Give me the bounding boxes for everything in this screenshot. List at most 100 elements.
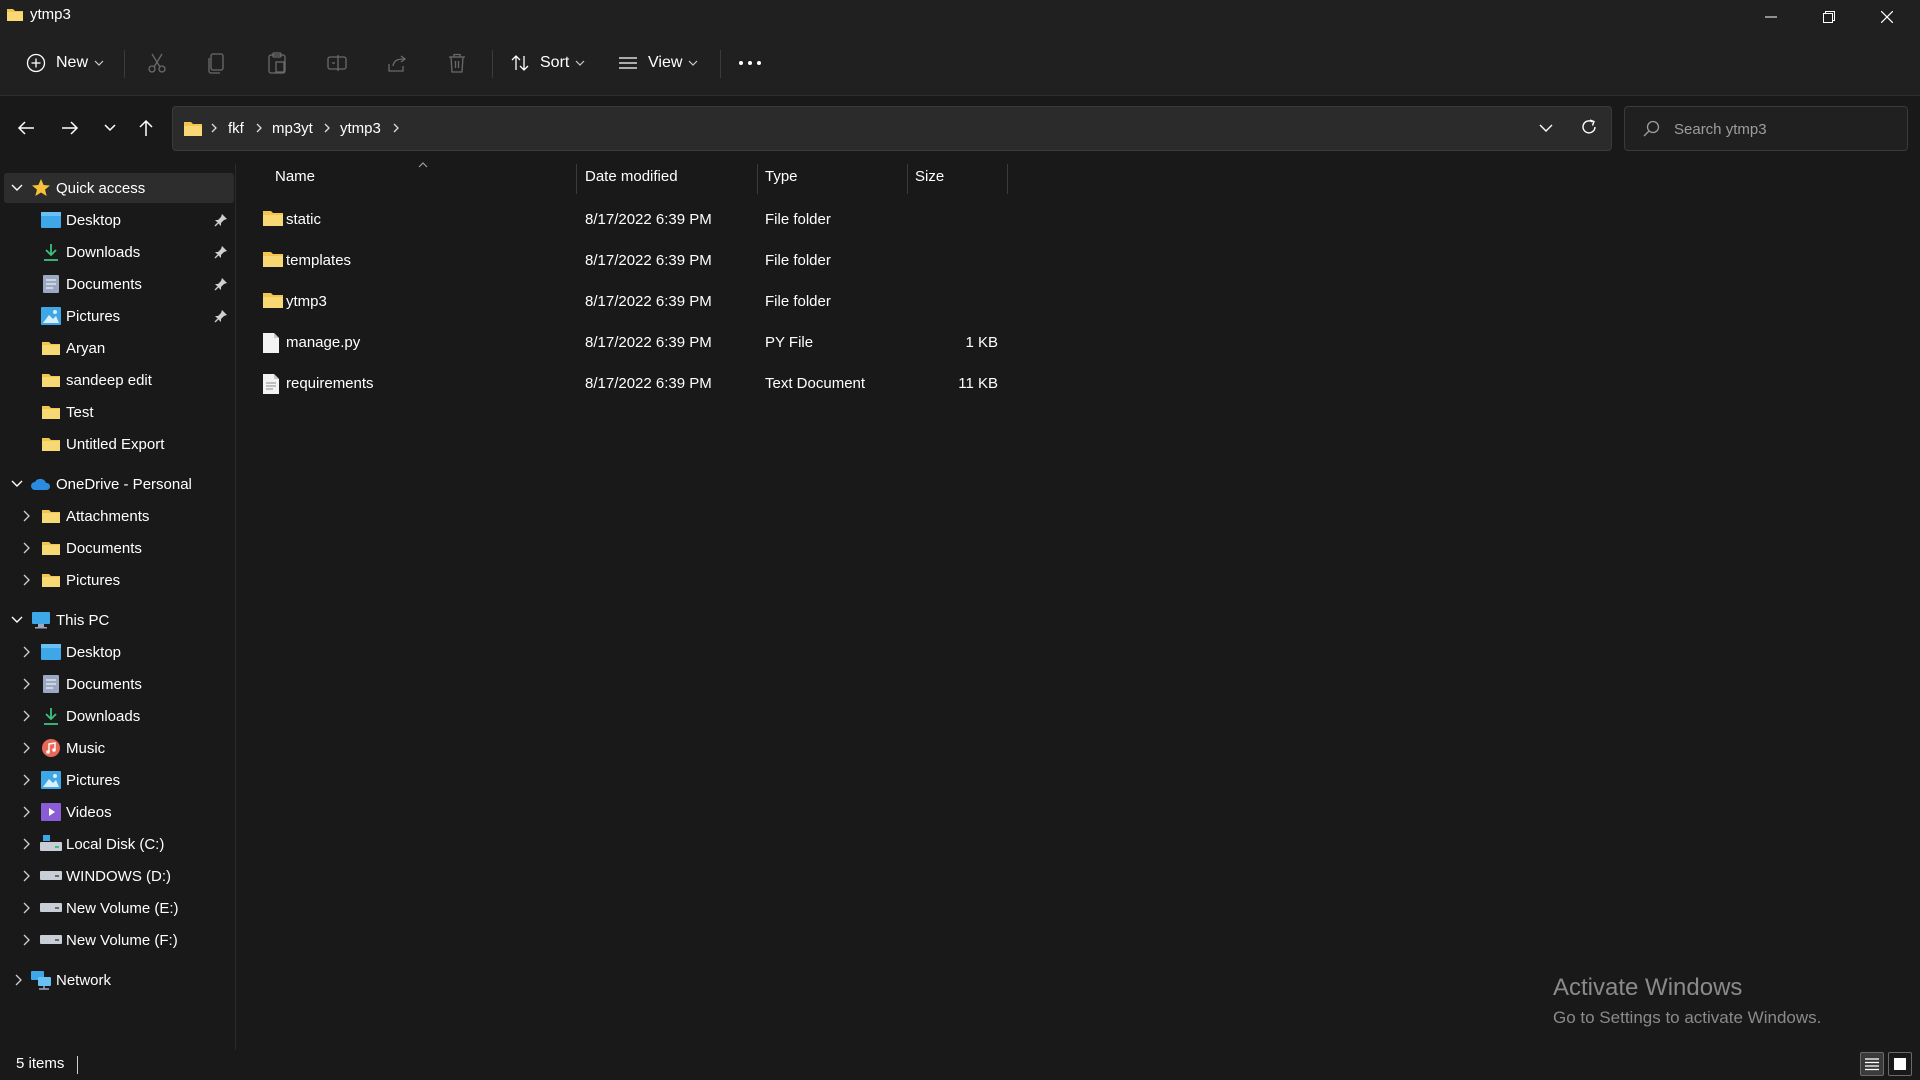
cut-button[interactable] (146, 46, 168, 80)
chevron-right-icon[interactable] (20, 573, 34, 587)
chevron-down-icon[interactable] (10, 181, 24, 195)
sidebar-item-local-disk-c[interactable]: Local Disk (C:) (4, 829, 234, 859)
forward-button[interactable] (54, 112, 86, 144)
column-divider[interactable] (1007, 164, 1008, 194)
chevron-right-icon[interactable] (20, 709, 34, 723)
sidebar-label: Desktop (66, 211, 122, 229)
chevron-right-icon[interactable] (20, 805, 34, 819)
column-header-type[interactable]: Type (765, 168, 798, 185)
sidebar-item-onedrive[interactable]: OneDrive - Personal (4, 469, 234, 499)
copy-button[interactable] (206, 46, 228, 80)
sort-label: Sort (540, 54, 570, 71)
sidebar-item-aryan[interactable]: Aryan (4, 333, 234, 363)
breadcrumb-fkf[interactable]: fkf (228, 120, 244, 137)
file-date: 8/17/2022 6:39 PM (585, 293, 712, 310)
up-button[interactable] (130, 112, 162, 144)
table-row[interactable]: requirements 8/17/2022 6:39 PM Text Docu… (252, 364, 1012, 404)
refresh-icon (1580, 118, 1598, 136)
chevron-right-icon[interactable] (20, 541, 34, 555)
back-button[interactable] (10, 112, 42, 144)
large-icons-view-button[interactable] (1888, 1052, 1912, 1076)
column-divider[interactable] (907, 164, 908, 194)
sidebar-item-new-volume-f[interactable]: New Volume (F:) (4, 925, 234, 955)
local-disk-icon (40, 833, 62, 855)
sort-icon (510, 53, 530, 73)
chevron-right-icon[interactable] (20, 933, 34, 947)
sidebar-item-pictures[interactable]: Pictures (4, 301, 234, 331)
sidebar-item-desktop[interactable]: Desktop (4, 205, 234, 235)
column-header-name[interactable]: Name (275, 168, 315, 185)
pin-icon (214, 213, 228, 227)
sidebar-item-test[interactable]: Test (4, 397, 234, 427)
sidebar-item-documents[interactable]: Documents (4, 269, 234, 299)
star-icon (30, 177, 52, 199)
recent-locations-button[interactable] (94, 112, 126, 144)
column-header-size[interactable]: Size (915, 168, 944, 185)
chevron-right-icon[interactable] (20, 645, 34, 659)
table-row[interactable]: ytmp3 8/17/2022 6:39 PM File folder (252, 282, 1012, 322)
downloads-icon (40, 241, 62, 263)
sidebar-label: Local Disk (C:) (66, 835, 165, 853)
sidebar-item-music[interactable]: Music (4, 733, 234, 763)
minimize-button[interactable] (1742, 0, 1800, 34)
column-divider[interactable] (757, 164, 758, 194)
sidebar-item-new-volume-e[interactable]: New Volume (E:) (4, 893, 234, 923)
sidebar-item-windows-d[interactable]: WINDOWS (D:) (4, 861, 234, 891)
chevron-right-icon[interactable] (20, 773, 34, 787)
address-history-button[interactable] (1536, 118, 1556, 138)
sidebar-item-attachments[interactable]: Attachments (4, 501, 234, 531)
delete-button[interactable] (446, 46, 468, 80)
chevron-down-icon[interactable] (10, 613, 24, 627)
sidebar-item-pc-documents[interactable]: Documents (4, 669, 234, 699)
sort-ascending-icon (418, 162, 428, 168)
sidebar-item-pc-downloads[interactable]: Downloads (4, 701, 234, 731)
folder-icon (40, 369, 62, 391)
sort-button[interactable]: Sort (510, 46, 585, 80)
see-more-button[interactable] (738, 46, 762, 80)
sidebar-item-pc-desktop[interactable]: Desktop (4, 637, 234, 667)
table-row[interactable]: templates 8/17/2022 6:39 PM File folder (252, 241, 1012, 281)
address-bar[interactable] (172, 106, 1612, 151)
share-button[interactable] (386, 46, 408, 80)
sidebar-item-untitled-export[interactable]: Untitled Export (4, 429, 234, 459)
new-button[interactable]: New (26, 46, 104, 80)
chevron-down-icon[interactable] (10, 477, 24, 491)
view-button[interactable]: View (618, 46, 698, 80)
sidebar-label: Documents (66, 675, 142, 693)
paste-button[interactable] (266, 46, 288, 80)
chevron-right-icon[interactable] (20, 869, 34, 883)
sidebar-item-network[interactable]: Network (4, 965, 234, 995)
sidebar-item-onedrive-documents[interactable]: Documents (4, 533, 234, 563)
chevron-down-icon (104, 124, 116, 132)
cloud-icon (30, 473, 52, 495)
close-button[interactable] (1858, 0, 1916, 34)
table-row[interactable]: manage.py 8/17/2022 6:39 PM PY File 1 KB (252, 323, 1012, 363)
chevron-right-icon[interactable] (20, 837, 34, 851)
column-divider[interactable] (576, 164, 577, 194)
paste-icon (266, 52, 288, 74)
rename-button[interactable] (326, 46, 348, 80)
table-row[interactable]: static 8/17/2022 6:39 PM File folder (252, 200, 1012, 240)
chevron-right-icon[interactable] (20, 677, 34, 691)
refresh-button[interactable] (1578, 116, 1600, 138)
chevron-right-icon[interactable] (20, 901, 34, 915)
details-view-button[interactable] (1860, 1052, 1884, 1076)
sidebar-item-this-pc[interactable]: This PC (4, 605, 234, 635)
sidebar-item-sandeep-edit[interactable]: sandeep edit (4, 365, 234, 395)
chevron-right-icon[interactable] (20, 741, 34, 755)
sidebar-item-pc-pictures[interactable]: Pictures (4, 765, 234, 795)
chevron-right-icon[interactable] (12, 973, 26, 987)
sidebar-item-videos[interactable]: Videos (4, 797, 234, 827)
chevron-right-icon[interactable] (20, 509, 34, 523)
sidebar-item-onedrive-pictures[interactable]: Pictures (4, 565, 234, 595)
breadcrumb-mp3yt[interactable]: mp3yt (272, 120, 313, 137)
sidebar-item-quick-access[interactable]: Quick access (4, 173, 234, 203)
sidebar-label: Videos (66, 803, 112, 821)
file-name: ytmp3 (286, 293, 327, 310)
restore-button[interactable] (1800, 0, 1858, 34)
column-header-date-modified[interactable]: Date modified (585, 168, 678, 185)
sidebar-item-downloads[interactable]: Downloads (4, 237, 234, 267)
chevron-down-icon (94, 60, 104, 66)
search-input[interactable] (1674, 118, 1894, 140)
breadcrumb-ytmp3[interactable]: ytmp3 (340, 120, 381, 137)
